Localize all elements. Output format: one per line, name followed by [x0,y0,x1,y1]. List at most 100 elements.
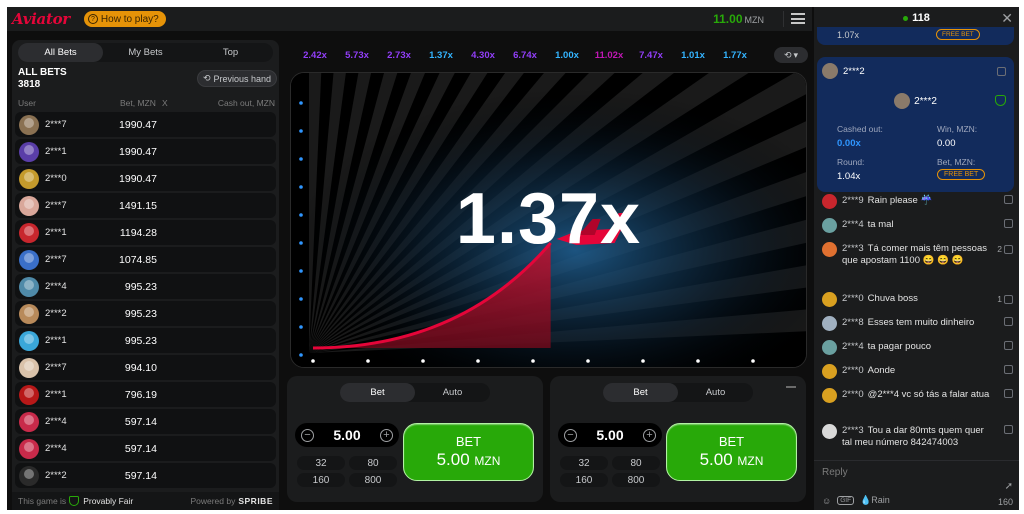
chat-user: 2***3 [842,243,864,254]
tab-top[interactable]: Top [188,43,273,62]
send-icon[interactable]: ➚ [1005,481,1013,492]
plus-icon[interactable]: + [643,428,656,442]
history-multiplier[interactable]: 5.73x [336,50,378,61]
avatar [19,114,39,135]
x-axis-dot [366,359,370,363]
history-multiplier[interactable]: 4.30x [462,50,504,61]
emoji-icon[interactable]: ☺ [822,496,831,506]
quick-amount-button[interactable]: 800 [349,473,397,487]
bet-field: Bet, MZN: FREE BET [937,157,986,180]
round-field: Round: 1.04x [837,157,864,182]
bets-table-body: 2***7 1990.47 2***1 1990.47 2***0 1990.47 2***… [15,112,276,490]
verified-check-icon [995,95,1006,106]
bet-amount: 994.10 [124,361,157,374]
like-button[interactable] [1002,425,1013,434]
table-row: 2***7 1491.15 [15,193,276,218]
quick-amount-button[interactable]: 32 [297,456,345,470]
chat-message: 2***0 Aonde [814,364,1019,389]
previous-hand-button[interactable]: ⟲ Previous hand [197,70,277,87]
history-multiplier[interactable]: 1.00x [546,50,588,61]
cashed-out-label: Cashed out: [837,124,883,134]
bet-amount: 1074.85 [119,253,157,266]
bet-amount-value[interactable]: 5.00 [333,427,360,443]
bet-label: Bet, MZN: [937,157,976,167]
x-axis-dot [586,359,590,363]
quick-amount-button[interactable]: 80 [349,456,397,470]
like-button[interactable] [1002,195,1013,204]
rain-button[interactable]: 💧Rain [860,495,890,506]
spribe-logo: SPRIBE [238,496,273,506]
history-multiplier[interactable]: 2.73x [378,50,420,61]
col-user: User [18,98,36,108]
minus-icon[interactable]: − [301,428,314,442]
how-to-play-button[interactable]: ? How to play? [83,11,166,27]
like-icon [1004,294,1013,304]
chevron-down-icon: ▾ [793,49,799,60]
menu-icon[interactable] [791,13,805,24]
avatar [19,249,39,270]
y-axis-dot [299,157,303,161]
bet-amount: 1194.28 [119,226,157,239]
plus-icon[interactable]: + [380,428,393,442]
like-icon[interactable] [997,67,1006,76]
chat-messages: 2***9 Rain please ☔ 2***4 ta mal 2***3 Tá com… [814,194,1019,461]
current-multiplier: 1.37x [455,179,642,259]
history-multiplier[interactable]: 1.37x [420,50,462,61]
close-icon[interactable]: ✕ [1001,10,1013,27]
like-button[interactable] [1002,389,1013,398]
avatar [822,292,837,307]
gif-button[interactable]: GIF [837,496,855,505]
reply-input[interactable]: Reply [822,467,848,478]
quick-amount-button[interactable]: 80 [612,456,660,470]
aviator-logo: Aviator [12,10,70,28]
table-row: 2***2 597.14 [15,463,276,488]
history-multiplier[interactable]: 6.74x [504,50,546,61]
like-button[interactable]: 2 [997,243,1013,255]
chat-message: 2***4 ta pagar pouco [814,340,1019,365]
avatar [19,195,39,216]
all-bets-summary: ALL BETS 3818 [18,67,67,91]
bet-user: 2***7 [45,254,67,265]
history-icon: ⟲ [202,73,211,83]
quick-amount-button[interactable]: 800 [612,473,660,487]
bet-amount-stepper[interactable]: − 5.00 + [295,423,399,447]
like-button[interactable]: 1 [997,293,1013,305]
minus-icon[interactable]: − [564,428,577,442]
bet-user: 2***1 [45,227,67,238]
remove-panel-icon[interactable] [786,386,796,388]
tab-bet[interactable]: Bet [340,383,415,402]
bet-user: 2***4 [45,443,67,454]
avatar [822,388,837,403]
quick-amount-button[interactable]: 160 [297,473,345,487]
like-button[interactable] [1002,317,1013,326]
tab-bet[interactable]: Bet [603,383,678,402]
quick-amount-button[interactable]: 32 [560,456,608,470]
quick-amount-button[interactable]: 160 [560,473,608,487]
bet-amount: 597.14 [124,469,157,482]
y-axis-dot [299,269,303,273]
tab-auto[interactable]: Auto [415,383,490,402]
history-toggle-button[interactable]: ⟲ ▾ [774,47,808,63]
table-row: 2***4 597.14 [15,436,276,461]
bet-amount: 597.14 [124,415,157,428]
chat-message: 2***9 Rain please ☔ [814,194,1019,219]
history-multiplier[interactable]: 2.42x [294,50,336,61]
like-button[interactable] [1002,341,1013,350]
history-multiplier[interactable]: 1.77x [714,50,756,61]
like-button[interactable] [1002,365,1013,374]
tab-my-bets[interactable]: My Bets [103,43,188,62]
provably-fair-link[interactable]: Provably Fair [83,496,133,506]
history-multiplier[interactable]: 7.47x [630,50,672,61]
tab-all-bets[interactable]: All Bets [18,43,103,62]
game-stage: 1.37x [290,72,807,368]
bet-amount: 597.14 [124,442,157,455]
bet-button[interactable]: BET 5.00 MZN [403,423,534,481]
bet-amount-value[interactable]: 5.00 [596,427,623,443]
history-multiplier[interactable]: 1.01x [672,50,714,61]
tab-auto[interactable]: Auto [678,383,753,402]
like-button[interactable] [1002,219,1013,228]
bet-amount-stepper[interactable]: − 5.00 + [558,423,662,447]
bet-button[interactable]: BET 5.00 MZN [666,423,797,481]
history-multiplier[interactable]: 11.02x [588,50,630,61]
online-dot-icon [903,15,909,21]
